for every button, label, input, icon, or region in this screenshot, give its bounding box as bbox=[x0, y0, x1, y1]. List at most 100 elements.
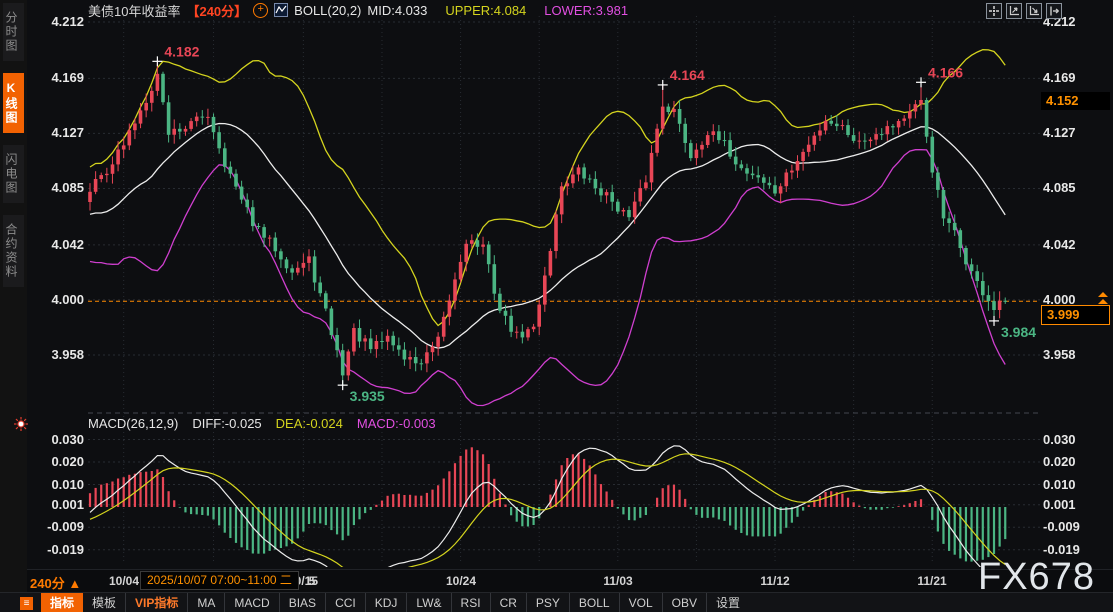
toolbar-item-8[interactable]: KDJ bbox=[365, 593, 407, 612]
candle bbox=[644, 182, 648, 188]
candle bbox=[99, 175, 103, 179]
toolbar-item-15[interactable]: OBV bbox=[662, 593, 706, 612]
candle bbox=[599, 188, 603, 195]
add-indicator-icon[interactable]: + bbox=[253, 3, 268, 18]
toolbar-item-9[interactable]: LW& bbox=[406, 593, 450, 612]
candle bbox=[274, 238, 278, 252]
axis-zoom-in-icon[interactable] bbox=[1006, 3, 1022, 19]
axis-zoom-out-icon[interactable] bbox=[1026, 3, 1042, 19]
timeframe-selector[interactable]: 240分 ▲ bbox=[30, 573, 81, 592]
candle bbox=[414, 357, 418, 363]
candles-layer[interactable] bbox=[88, 61, 1007, 385]
candle bbox=[549, 251, 553, 276]
sidebar-tab-contract-info[interactable]: 合约资料 bbox=[3, 215, 24, 287]
toolbar-item-7[interactable]: CCI bbox=[325, 593, 365, 612]
toolbar-item-10[interactable]: RSI bbox=[451, 593, 490, 612]
timeframe-dropdown-arrow-icon: ▲ bbox=[68, 576, 81, 591]
candle bbox=[335, 335, 339, 350]
candle bbox=[610, 192, 614, 202]
macd-axis-tick-left: 0.030 bbox=[30, 432, 84, 448]
candle bbox=[566, 183, 570, 186]
candle bbox=[358, 328, 362, 342]
candle bbox=[717, 131, 721, 140]
candle bbox=[206, 117, 210, 118]
candle bbox=[161, 74, 165, 102]
macd-axis-tick-right: 0.010 bbox=[1043, 477, 1076, 493]
toolbar-item-14[interactable]: VOL bbox=[619, 593, 662, 612]
boll-upper-line bbox=[90, 50, 1005, 326]
candle bbox=[352, 328, 356, 352]
macd-params-label: MACD(26,12,9) bbox=[88, 416, 178, 431]
toolbar-item-13[interactable]: BOLL bbox=[569, 593, 619, 612]
y-axis-tick-right: 4.042 bbox=[1043, 237, 1076, 253]
timeframe-label: 240分 bbox=[30, 576, 65, 591]
candle bbox=[380, 341, 384, 342]
candle bbox=[498, 294, 502, 311]
indicator-toolbar: ≡ 指标模板VIP指标MAMACDBIASCCIKDJLW&RSICRPSYBO… bbox=[0, 592, 1113, 612]
candle bbox=[470, 240, 474, 244]
candle bbox=[363, 338, 367, 341]
candle bbox=[931, 137, 935, 173]
toolbar-item-2[interactable]: 模板 bbox=[83, 593, 125, 612]
sidebar-tab-time-chart[interactable]: 分时图 bbox=[3, 3, 24, 61]
shift-right-icon[interactable] bbox=[1046, 3, 1062, 19]
candle bbox=[577, 167, 581, 174]
candle bbox=[897, 121, 901, 127]
candle bbox=[863, 141, 867, 142]
candle bbox=[554, 214, 558, 251]
candle bbox=[987, 295, 991, 301]
boll-upper-value: UPPER:4.084 bbox=[445, 3, 526, 18]
toolbar-item-4[interactable]: MA bbox=[187, 593, 224, 612]
candle bbox=[425, 352, 429, 363]
toolbar-grid-icon[interactable]: ≡ bbox=[20, 597, 33, 610]
macd-axis-tick-left: -0.019 bbox=[30, 542, 84, 558]
candle bbox=[734, 157, 738, 165]
toolbar-item-16[interactable]: 设置 bbox=[706, 593, 749, 612]
candle bbox=[397, 345, 401, 349]
toolbar-item-11[interactable]: CR bbox=[490, 593, 526, 612]
instrument-title: 美债10年收益率 bbox=[88, 1, 180, 20]
toolbar-item-6[interactable]: BIAS bbox=[279, 593, 325, 612]
indicator-chart-icon[interactable] bbox=[274, 3, 288, 17]
boll-lower-line bbox=[90, 150, 1005, 406]
candle bbox=[201, 117, 205, 118]
candle bbox=[403, 350, 407, 360]
candle bbox=[970, 264, 974, 271]
alarm-icon[interactable] bbox=[13, 416, 29, 437]
candle bbox=[217, 132, 221, 148]
candle bbox=[650, 153, 654, 183]
macd-layer bbox=[90, 446, 1005, 585]
macd-axis-tick-left: 0.010 bbox=[30, 477, 84, 493]
candle bbox=[947, 218, 951, 223]
toolbar-item-1[interactable]: 指标 bbox=[41, 593, 83, 612]
candle bbox=[532, 327, 536, 330]
candle bbox=[537, 305, 541, 327]
candle bbox=[785, 173, 789, 187]
main-chart-canvas[interactable]: 4.1823.9354.1644.1663.984 bbox=[27, 0, 1113, 612]
x-axis-label: 10/24 bbox=[436, 574, 486, 588]
candle bbox=[768, 183, 772, 185]
candle bbox=[172, 129, 176, 135]
candle bbox=[436, 337, 440, 347]
move-crosshair-icon[interactable] bbox=[986, 3, 1002, 19]
candle bbox=[594, 179, 598, 188]
toolbar-item-5[interactable]: MACD bbox=[224, 593, 278, 612]
x-axis-label: 11/03 bbox=[593, 574, 643, 588]
candle bbox=[661, 107, 665, 129]
toolbar-item-3[interactable]: VIP指标 bbox=[125, 593, 187, 612]
candle bbox=[801, 152, 805, 161]
candle bbox=[515, 332, 519, 333]
toolbar-item-12[interactable]: PSY bbox=[526, 593, 569, 612]
y-axis-tick-left: 3.958 bbox=[30, 347, 84, 363]
sidebar-tab-lightning-chart[interactable]: 闪电图 bbox=[3, 145, 24, 203]
candle bbox=[796, 161, 800, 171]
sidebar-tab-kline-chart[interactable]: K线图 bbox=[3, 73, 24, 133]
candle bbox=[307, 256, 311, 263]
candle bbox=[891, 126, 895, 127]
candle bbox=[773, 185, 777, 193]
macd-axis-tick-left: 0.020 bbox=[30, 454, 84, 470]
chart-header: 美债10年收益率 【240分】 + BOLL(20,2) MID:4.033 U… bbox=[88, 2, 628, 18]
candle bbox=[526, 329, 530, 337]
sidebar: 分时图 K线图 闪电图 合约资料 bbox=[0, 0, 27, 612]
candle bbox=[262, 227, 266, 238]
